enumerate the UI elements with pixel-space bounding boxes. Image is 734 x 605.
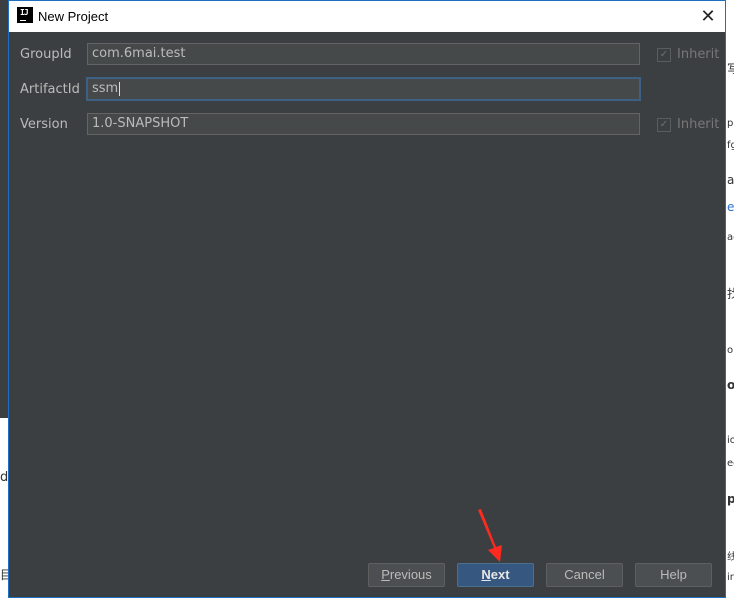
inherit-label: Inherit: [677, 47, 720, 62]
inherit-label: Inherit: [677, 117, 720, 132]
close-icon: ✕: [700, 6, 716, 26]
previous-button[interactable]: Previous: [368, 563, 445, 587]
background-text: e: [727, 200, 734, 214]
background-text: fg: [727, 140, 734, 151]
intellij-app-icon: IJ: [17, 7, 33, 23]
dialog-title: New Project: [38, 9, 109, 24]
background-window-edge: [0, 0, 8, 418]
background-text: ou: [727, 378, 734, 392]
next-button[interactable]: Next: [457, 563, 534, 587]
background-text: 线: [727, 552, 734, 563]
new-project-dialog: IJ New Project ✕ GroupId com.6mai.test ✓…: [8, 0, 726, 598]
groupid-input[interactable]: com.6mai.test: [87, 43, 640, 65]
red-arrow-annotation-icon: [478, 509, 502, 562]
background-text: io: [727, 435, 734, 446]
cancel-button[interactable]: Cancel: [546, 563, 623, 587]
background-text: 找: [727, 287, 734, 301]
version-input[interactable]: 1.0-SNAPSHOT: [87, 113, 640, 135]
checkmark-icon: ✓: [657, 47, 671, 62]
groupid-inherit-checkbox[interactable]: ✓ Inherit: [657, 47, 719, 62]
title-bar[interactable]: IJ New Project ✕: [9, 1, 725, 32]
background-text: or: [727, 345, 734, 356]
groupid-label: GroupId: [20, 47, 72, 62]
background-text: ac: [727, 232, 734, 243]
background-text: a: [727, 173, 734, 187]
background-text: pe: [727, 118, 734, 129]
dialog-content: GroupId com.6mai.test ✓ Inherit Artifact…: [9, 32, 725, 597]
background-text: ir: [727, 572, 734, 583]
artifactid-label: ArtifactId: [20, 82, 80, 97]
text-caret: [119, 81, 121, 96]
artifactid-input[interactable]: ssm: [87, 78, 640, 100]
background-text: pi: [727, 492, 734, 506]
close-button[interactable]: ✕: [691, 1, 725, 32]
checkmark-icon: ✓: [657, 117, 671, 132]
artifactid-value: ssm: [92, 81, 119, 96]
version-label: Version: [20, 117, 68, 132]
version-inherit-checkbox[interactable]: ✓ Inherit: [657, 117, 719, 132]
background-text: 写: [727, 62, 734, 76]
help-button[interactable]: Help: [635, 563, 712, 587]
background-text: ec: [727, 458, 734, 469]
